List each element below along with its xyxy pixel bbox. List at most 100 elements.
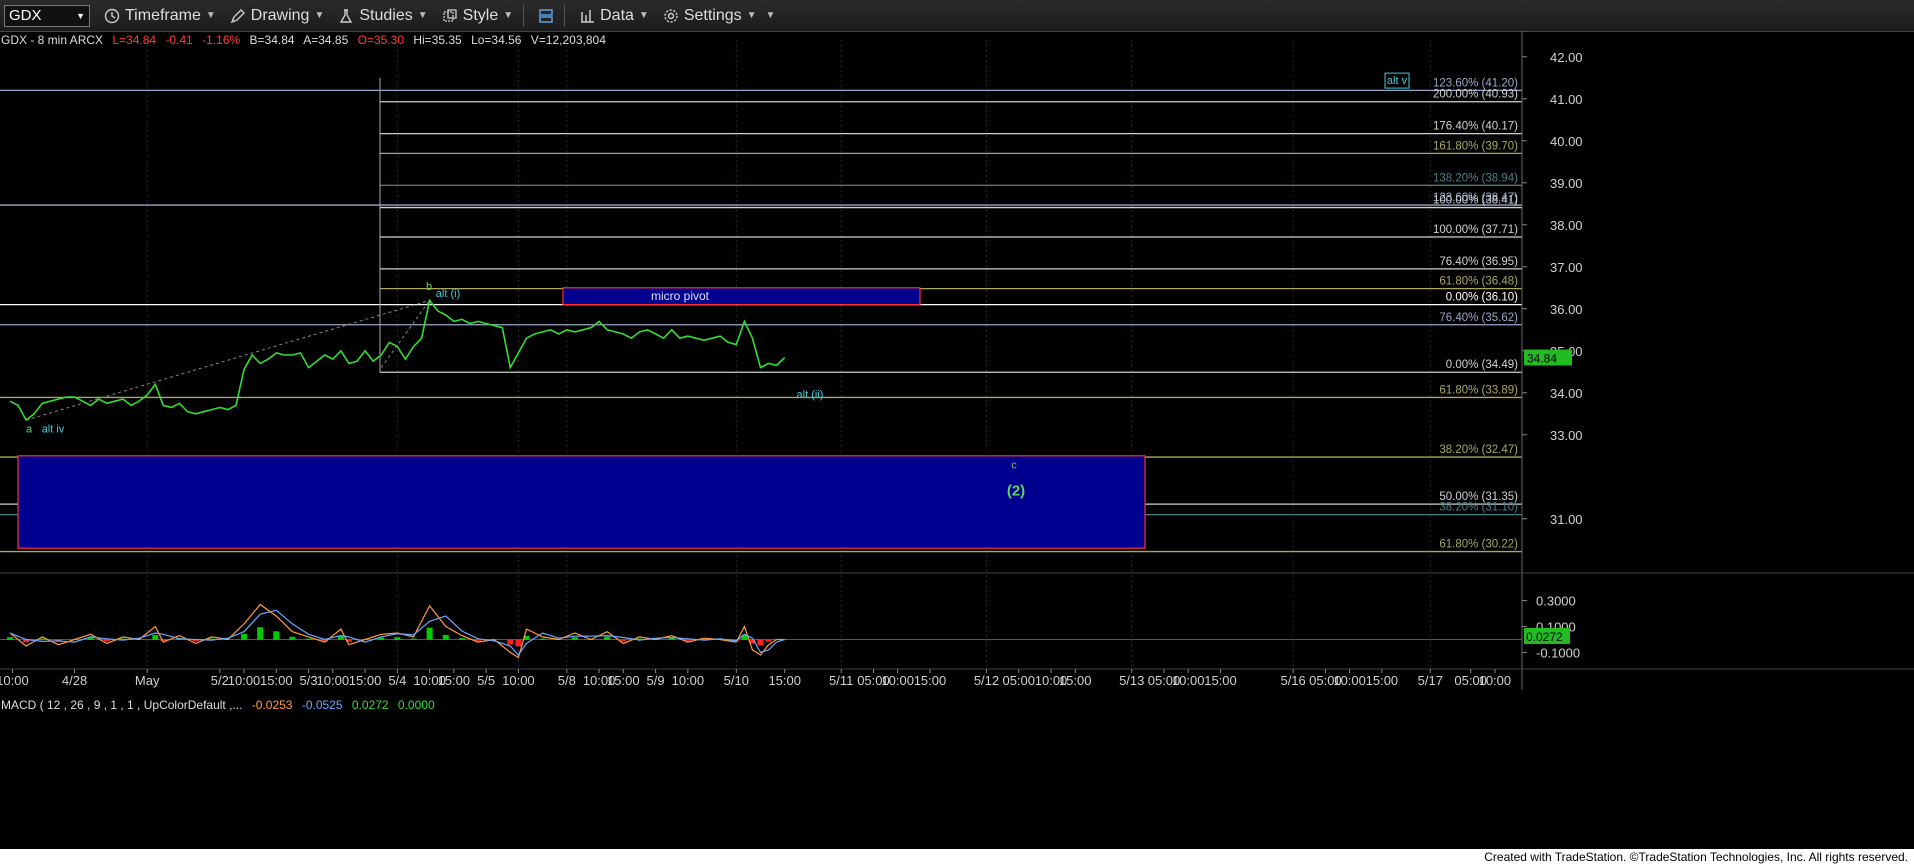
macd-histogram-bar [257, 627, 264, 640]
last-price: L=34.84 [112, 33, 157, 47]
chevron-down-icon: ▼ [314, 10, 325, 21]
x-tick-label: 5/8 [558, 673, 576, 688]
x-tick-label: 10:00 [881, 673, 914, 688]
data-label: Data [600, 6, 634, 24]
y-tick-label: 41.00 [1550, 92, 1583, 107]
fib-label: 0.00% (34.49) [1446, 359, 1518, 371]
bid-price: B=34.84 [249, 33, 295, 47]
macd-histogram-bar [757, 639, 764, 646]
settings-label: Settings [683, 6, 742, 24]
target-zones: micro pivot [17, 287, 1146, 549]
y-tick-label: 38.00 [1550, 218, 1583, 233]
high-price: Hi=35.35 [413, 33, 462, 47]
layout-icon [539, 8, 553, 23]
macd-histogram-bar [7, 637, 13, 640]
chart-title: GDX - 8 min ARCX [1, 33, 104, 47]
fib-label: 76.40% (36.95) [1439, 256, 1518, 268]
toolbar-divider [523, 4, 525, 27]
x-tick-label: 15:00 [1366, 673, 1399, 688]
chevron-down-icon: ▼ [205, 10, 216, 21]
x-tick-label: 4/28 [62, 673, 87, 688]
studies-label: Studies [359, 6, 413, 24]
x-tick-label: 15:00 [1204, 673, 1237, 688]
fib-label: 38.20% (31.10) [1439, 502, 1518, 514]
x-tick-label: 5/5 [477, 673, 495, 688]
fib-label: 76.40% (35.62) [1439, 312, 1518, 324]
data-menu[interactable]: Data ▼ [579, 7, 649, 25]
fib-label: 0.00% (36.10) [1446, 292, 1518, 304]
fib-label: 200.00% (40.93) [1433, 89, 1518, 101]
studies-menu[interactable]: Studies ▼ [338, 6, 428, 25]
macd-histogram-bar [289, 636, 296, 640]
trend-line [25, 299, 430, 421]
drawing-menu[interactable]: Drawing ▼ [230, 7, 325, 25]
toolbar: GDX ▼ Timeframe ▼ Drawing ▼ Studies ▼ St… [0, 0, 1914, 32]
net-change: -0.41 [165, 33, 193, 47]
x-tick-label: 5/16 [1280, 673, 1305, 688]
chart-bars-icon [581, 9, 595, 23]
macd-tick-label: 0.3000 [1536, 594, 1576, 609]
x-tick-label: 05:00 [1002, 673, 1035, 688]
x-tick-label: 5/2 [211, 673, 229, 688]
fib-label: 61.80% (36.48) [1439, 276, 1518, 288]
x-tick-label: 10:00 [1479, 673, 1512, 688]
macd-label: MACD ( 12 , 26 , 9 , 1 , 1 , UpColorDefa… [1, 698, 243, 712]
settings-menu[interactable]: Settings ▼ ▼ [663, 6, 775, 25]
timeframe-menu[interactable]: Timeframe ▼ [104, 7, 216, 25]
fib-label: 61.80% (33.89) [1439, 384, 1518, 396]
wave-label: a [26, 424, 33, 436]
x-tick-label: May [135, 673, 160, 688]
micro-pivot-zone [562, 287, 921, 306]
style-menu[interactable]: Style ▼ [442, 7, 513, 25]
x-tick-label: 15:00 [914, 673, 947, 688]
x-tick-label: 10:00 [0, 673, 29, 688]
macd-histogram-bar [604, 636, 611, 640]
chevron-down-icon: ▼ [746, 10, 757, 21]
chevron-down-icon: ▼ [503, 10, 514, 21]
macd-histogram-bar [571, 637, 578, 640]
macd-histogram-bar [515, 639, 522, 647]
gear-icon [664, 8, 678, 23]
open-price: O=35.30 [357, 33, 404, 47]
symbol-selector[interactable]: GDX ▼ [4, 4, 90, 27]
x-tick-label: 10:00 [228, 673, 261, 688]
wave-label: alt (ii) [797, 389, 824, 401]
macd-histogram-bar [458, 638, 465, 640]
macd-histogram-bar [507, 639, 514, 645]
copyright-footer: Created with TradeStation. ©TradeStation… [0, 849, 1914, 866]
percent-change: -1.16% [202, 33, 241, 47]
x-tick-label: 15:00 [1059, 673, 1092, 688]
macd-histogram-bar [426, 627, 433, 640]
y-tick-label: 37.00 [1550, 260, 1583, 275]
y-tick-label: 34.00 [1550, 386, 1583, 401]
x-tick-label: 10:00 [502, 673, 535, 688]
fib-label: 161.80% (39.70) [1433, 140, 1518, 152]
price-chart[interactable]: 123.60% (41.20)200.00% (40.93) 176.40% (4… [0, 31, 1914, 849]
macd-tick-label: -0.1000 [1536, 645, 1580, 660]
price-header: GDX - 8 min ARCX L=34.84 -0.41 -1.16% B=… [1, 33, 612, 47]
x-tick-label: 5/13 [1119, 673, 1144, 688]
x-tick-label: 10:00 [317, 673, 350, 688]
macd-histogram-bar [241, 634, 248, 640]
macd-diff-value: 0.0272 [351, 698, 389, 712]
toolbar-divider [564, 4, 566, 27]
layout-button[interactable] [538, 8, 554, 24]
wave-labels: a alt iv b alt (i) alt (ii) c (2) alt v [26, 72, 1410, 500]
fib-label: 100.00% (38.41) [1433, 195, 1518, 207]
wave-label: (2) [1007, 483, 1025, 500]
flask-icon [340, 8, 353, 23]
micro-pivot-label: micro pivot [651, 289, 710, 303]
y-tick-label: 31.00 [1550, 512, 1583, 527]
y-tick-label: 33.00 [1550, 428, 1583, 443]
macd-histogram-bar [103, 639, 110, 642]
macd-histogram-bar [442, 634, 449, 640]
macd-histogram-bar [305, 638, 312, 640]
macd-value: -0.0253 [251, 698, 293, 712]
x-tick-label: 15:00 [768, 673, 801, 688]
fib-label: 38.20% (32.47) [1439, 444, 1518, 456]
fib-label: 123.60% (41.20) [1433, 77, 1518, 89]
macd-histogram-bar [394, 637, 401, 640]
x-tick-label: 5/12 [974, 673, 999, 688]
macd-histogram-bar [539, 638, 546, 640]
x-tick-label: 10:00 [1172, 673, 1205, 688]
